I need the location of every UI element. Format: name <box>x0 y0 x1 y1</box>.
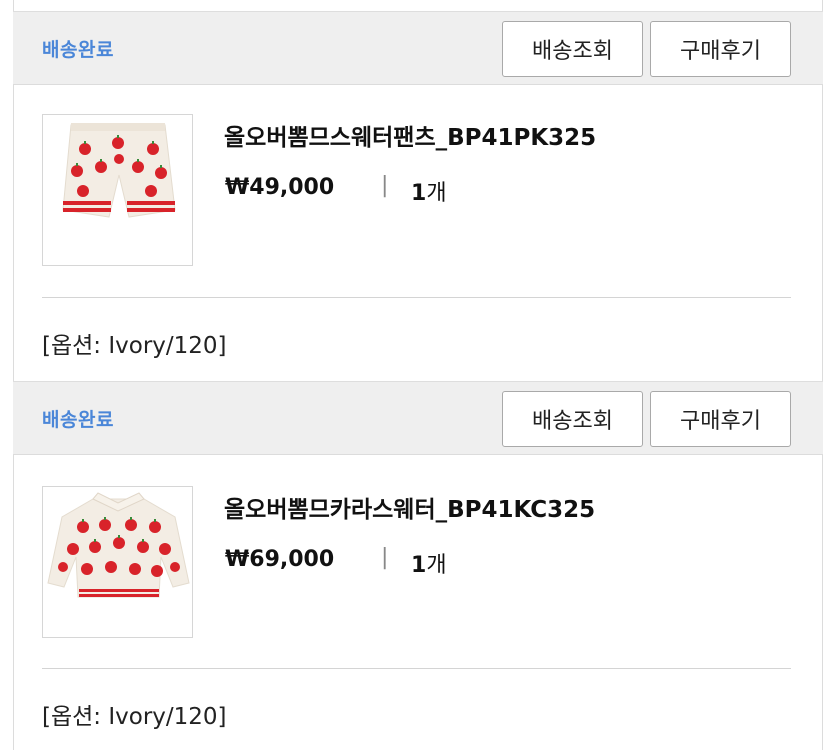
product-thumbnail[interactable] <box>42 486 193 638</box>
track-delivery-button[interactable]: 배송조회 <box>502 21 643 77</box>
order-header: 배송완료 배송조회 구매후기 <box>13 381 823 455</box>
delivery-status-label: 배송완료 <box>42 39 114 61</box>
product-thumbnail[interactable] <box>42 114 193 266</box>
item-divider <box>42 297 791 298</box>
product-option: [옵션: Ivory/120] <box>42 704 227 730</box>
product-price: ₩69,000 <box>225 547 335 572</box>
price-quantity-separator: | <box>381 173 389 198</box>
apple-shorts-image <box>62 123 176 218</box>
price-quantity-separator: | <box>381 545 389 570</box>
order-card: 배송완료 배송조회 구매후기 올오버뽐므카라스웨터_BP41KC325 ₩69,… <box>13 381 823 750</box>
delivery-status-label: 배송완료 <box>42 409 114 431</box>
apple-sweater-image <box>47 492 190 598</box>
product-name[interactable]: 올오버뽐므카라스웨터_BP41KC325 <box>224 490 595 524</box>
quantity-unit: 개 <box>426 181 447 206</box>
track-delivery-button[interactable]: 배송조회 <box>502 391 643 447</box>
order-card: 배송완료 배송조회 구매후기 올오버뽐므스웨터팬츠_BP41PK325 ₩49,… <box>13 11 823 383</box>
product-option: [옵션: Ivory/120] <box>42 333 227 359</box>
product-price: ₩49,000 <box>225 175 335 200</box>
product-quantity: 1개 <box>411 547 447 579</box>
order-header: 배송완료 배송조회 구매후기 <box>13 11 823 85</box>
write-review-button[interactable]: 구매후기 <box>650 21 791 77</box>
quantity-number: 1 <box>411 181 427 206</box>
quantity-number: 1 <box>411 553 427 578</box>
item-divider <box>42 668 791 669</box>
write-review-button[interactable]: 구매후기 <box>650 391 791 447</box>
quantity-unit: 개 <box>426 553 447 578</box>
product-name[interactable]: 올오버뽐므스웨터팬츠_BP41PK325 <box>224 118 596 152</box>
product-quantity: 1개 <box>411 175 447 207</box>
